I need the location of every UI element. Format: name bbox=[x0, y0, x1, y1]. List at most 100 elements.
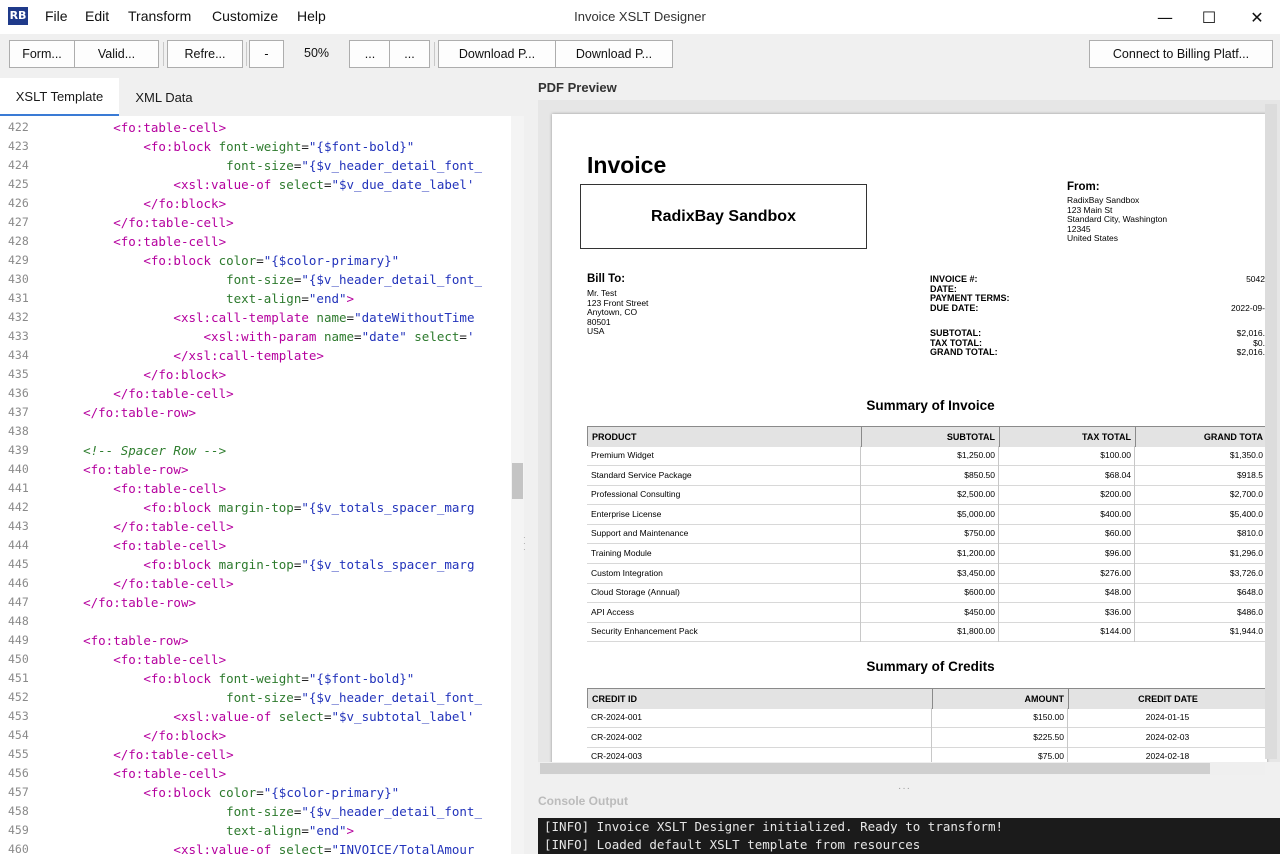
code-token: "{$font-bold}" bbox=[308, 139, 415, 154]
download-pdf-button[interactable]: Download P... bbox=[438, 40, 556, 68]
code-token: = bbox=[301, 291, 309, 306]
detail-value: $2,016. bbox=[1236, 347, 1265, 357]
code-token: "end" bbox=[308, 823, 347, 838]
line-number: 453 bbox=[8, 709, 29, 723]
code-token: <xsl:with-param bbox=[203, 329, 324, 344]
pdf-horizontal-scrollbar-thumb[interactable] bbox=[540, 763, 1210, 774]
editor-scrollbar-thumb[interactable] bbox=[512, 463, 523, 499]
table-cell: 2024-02-03 bbox=[1145, 731, 1190, 742]
validate-button[interactable]: Valid... bbox=[74, 40, 159, 68]
line-number: 443 bbox=[8, 519, 29, 533]
window-title: Invoice XSLT Designer bbox=[574, 9, 706, 24]
line-number: 449 bbox=[8, 633, 29, 647]
line-number: 428 bbox=[8, 234, 29, 248]
refresh-button[interactable]: Refre... bbox=[167, 40, 243, 68]
code-token: </fo:table-row> bbox=[83, 405, 196, 420]
line-number: 457 bbox=[8, 785, 29, 799]
invoice-summary-table: PRODUCT SUBTOTAL TAX TOTAL GRAND TOTA Premiu… bbox=[587, 426, 1267, 643]
table-row: Enterprise License $5,000.00 $400.00 $5,400… bbox=[587, 505, 1267, 525]
code-token: = bbox=[301, 139, 309, 154]
table-cell: CR-2024-003 bbox=[591, 751, 643, 762]
code-line: <xsl:call-template name="dateWithoutTime bbox=[53, 308, 474, 327]
toolbar-separator bbox=[434, 42, 435, 66]
menu-transform[interactable]: Transform bbox=[128, 8, 191, 24]
menu-file[interactable]: File bbox=[45, 8, 68, 24]
line-number: 427 bbox=[8, 215, 29, 229]
tab-xslt-template[interactable]: XSLT Template bbox=[0, 78, 119, 116]
more-button-2[interactable]: ... bbox=[389, 40, 430, 68]
table-cell: $5,000.00 bbox=[957, 508, 995, 519]
code-token: font-weight bbox=[218, 139, 302, 154]
code-token: <fo:table-cell> bbox=[113, 481, 227, 496]
zoom-out-button[interactable]: - bbox=[249, 40, 284, 68]
table-cell: $486.0 bbox=[1237, 606, 1263, 617]
pdf-vertical-scrollbar[interactable] bbox=[1265, 104, 1277, 759]
table-row: Standard Service Package $850.50 $68.04 $91… bbox=[587, 466, 1267, 486]
detail-value: 2022-09- bbox=[1230, 302, 1265, 313]
code-token: ' bbox=[466, 329, 475, 344]
address-line: United States bbox=[1067, 233, 1119, 243]
code-token: <xsl:call-template bbox=[173, 310, 317, 325]
tab-xml-data[interactable]: XML Data bbox=[119, 78, 209, 116]
code-line: <fo:block color="{$color-primary}" bbox=[53, 783, 399, 802]
connect-billing-button[interactable]: Connect to Billing Platf... bbox=[1089, 40, 1273, 68]
maximize-icon[interactable]: ☐ bbox=[1186, 0, 1232, 34]
code-line: text-align="end"> bbox=[53, 821, 354, 840]
code-line: </fo:table-cell> bbox=[53, 213, 233, 232]
code-token: "end" bbox=[308, 291, 347, 306]
table-cell: $918.5 bbox=[1237, 469, 1263, 480]
table-cell: Premium Widget bbox=[591, 450, 654, 460]
line-number: 426 bbox=[8, 196, 29, 210]
line-number: 434 bbox=[8, 348, 29, 362]
line-number: 429 bbox=[8, 253, 29, 267]
code-token: "$v_due_date_label' bbox=[331, 177, 475, 192]
table-cell: $150.00 bbox=[1033, 712, 1064, 722]
table-header-cell: TAX TOTAL bbox=[1000, 427, 1136, 447]
vertical-splitter-handle[interactable]: · · · bbox=[523, 534, 527, 554]
pdf-preview-label: PDF Preview bbox=[538, 80, 617, 95]
code-token: <fo:table-cell> bbox=[113, 538, 227, 553]
table-cell: $96.00 bbox=[1105, 548, 1131, 558]
table-cell: $5,400.0 bbox=[1229, 508, 1263, 519]
code-token: = bbox=[459, 329, 467, 344]
code-line: <fo:table-row> bbox=[53, 460, 188, 479]
code-line: <fo:table-cell> bbox=[53, 650, 226, 669]
code-line: text-align="end"> bbox=[53, 289, 354, 308]
table-cell: Enterprise License bbox=[591, 508, 662, 519]
horizontal-splitter-handle[interactable]: ··· bbox=[898, 783, 911, 794]
code-line: </fo:table-cell> bbox=[53, 745, 233, 764]
more-button-1[interactable]: ... bbox=[349, 40, 391, 68]
code-token: select bbox=[278, 709, 324, 724]
code-token: <fo:block bbox=[143, 671, 219, 686]
download-pdf-button-2[interactable]: Download P... bbox=[555, 40, 673, 68]
line-number: 446 bbox=[8, 576, 29, 590]
table-cell: Training Module bbox=[591, 548, 652, 558]
code-token: </fo:block> bbox=[143, 728, 227, 743]
minimize-icon[interactable]: — bbox=[1142, 0, 1188, 34]
table-column-divider bbox=[931, 708, 932, 762]
menu-edit[interactable]: Edit bbox=[85, 8, 109, 24]
table-header-row: PRODUCT SUBTOTAL TAX TOTAL GRAND TOTA bbox=[587, 426, 1267, 447]
format-button[interactable]: Form... bbox=[9, 40, 75, 68]
code-line: </fo:table-row> bbox=[53, 593, 196, 612]
code-line: <fo:table-cell> bbox=[53, 232, 226, 251]
pdf-preview-panel[interactable]: Invoice RadixBay Sandbox From: RadixBay … bbox=[538, 100, 1280, 762]
code-token: <!-- Spacer Row --> bbox=[83, 443, 227, 458]
code-editor[interactable]: 422 423 424 425 426 427 428 429 430 431 432 433 434 4… bbox=[0, 116, 524, 854]
line-number: 440 bbox=[8, 462, 29, 476]
menu-help[interactable]: Help bbox=[297, 8, 326, 24]
close-icon[interactable]: ✕ bbox=[1234, 0, 1280, 34]
menu-customize[interactable]: Customize bbox=[212, 8, 278, 24]
code-token: = bbox=[346, 310, 355, 325]
detail-value: 5042 bbox=[1246, 274, 1265, 284]
line-number: 441 bbox=[8, 481, 29, 495]
